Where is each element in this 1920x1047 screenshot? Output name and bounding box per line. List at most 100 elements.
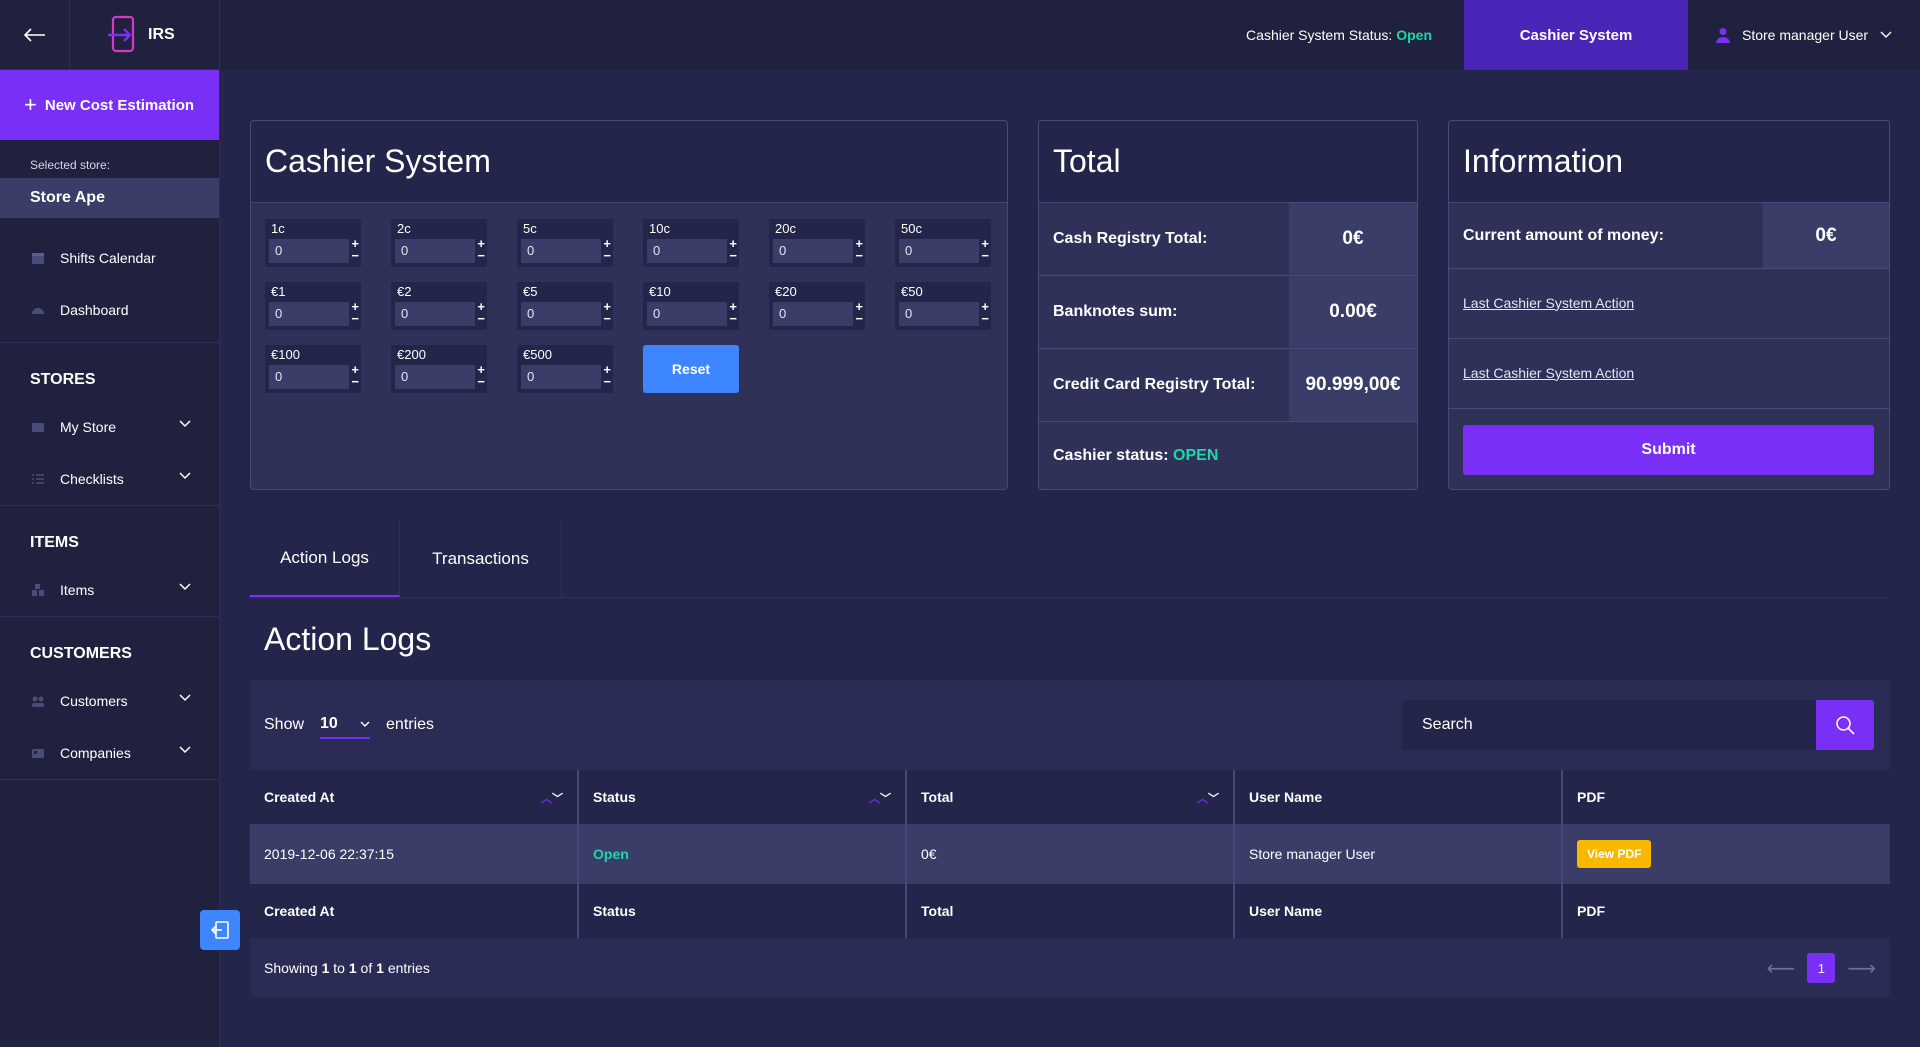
decrement-button[interactable]: − bbox=[603, 312, 611, 325]
tab-transactions[interactable]: Transactions bbox=[400, 520, 562, 597]
denomination-count-input[interactable]: 0 bbox=[773, 302, 853, 326]
pagination: ⟵ 1 ⟶ bbox=[1767, 953, 1876, 983]
column-header-user-name: User Name bbox=[1234, 770, 1563, 824]
denomination-count-input[interactable]: 0 bbox=[521, 365, 601, 389]
denomination-count-input[interactable]: 0 bbox=[521, 239, 601, 263]
column-header-label: PDF bbox=[1577, 789, 1605, 805]
sort-icon[interactable]: ︿﹀ bbox=[869, 790, 891, 806]
table-header-row: Created At ︿﹀ Status ︿﹀ Total ︿﹀ User Na… bbox=[250, 770, 1890, 824]
decrement-button[interactable]: − bbox=[351, 375, 359, 388]
denomination-count-input[interactable]: 0 bbox=[647, 239, 727, 263]
entries-select[interactable]: 10 bbox=[320, 711, 371, 739]
denomination-stepper: 5c 0 + − bbox=[517, 219, 613, 267]
credit-card-total-row: Credit Card Registry Total: 90.999,00€ bbox=[1039, 349, 1417, 422]
cell-created-at: 2019-12-06 22:37:15 bbox=[250, 824, 579, 884]
chevron-down-icon bbox=[179, 694, 191, 702]
tab-cashier-system[interactable]: Cashier System bbox=[1464, 0, 1688, 70]
denomination-count-input[interactable]: 0 bbox=[773, 239, 853, 263]
row-value: 0.00€ bbox=[1289, 276, 1417, 348]
showing-prefix: Showing bbox=[264, 960, 318, 976]
selected-store[interactable]: Store Ape bbox=[0, 178, 219, 218]
decrement-button[interactable]: − bbox=[351, 249, 359, 262]
sidebar-item-checklists[interactable]: Checklists bbox=[0, 453, 219, 505]
row-label: Cash Registry Total: bbox=[1053, 230, 1208, 247]
denomination-count-input[interactable]: 0 bbox=[269, 365, 349, 389]
next-page-icon[interactable]: ⟶ bbox=[1847, 956, 1876, 981]
status-badge: Open bbox=[593, 846, 629, 862]
denomination-count-input[interactable]: 0 bbox=[395, 302, 475, 326]
reset-button[interactable]: Reset bbox=[643, 345, 739, 393]
denomination-label: 5c bbox=[523, 221, 537, 236]
sort-icon[interactable]: ︿﹀ bbox=[541, 790, 563, 806]
column-header-created-at[interactable]: Created At ︿﹀ bbox=[250, 770, 579, 824]
sidebar-item-shifts-calendar[interactable]: Shifts Calendar bbox=[0, 232, 219, 284]
table-info: Showing 1 to 1 of 1 entries ⟵ 1 ⟶ bbox=[250, 938, 1890, 997]
decrement-button[interactable]: − bbox=[603, 249, 611, 262]
section-heading-stores: STORES bbox=[30, 371, 96, 388]
sidebar-item-dashboard[interactable]: Dashboard bbox=[0, 284, 219, 336]
sidebar-item-companies[interactable]: Companies bbox=[0, 727, 219, 779]
sidebar-item-label: Shifts Calendar bbox=[60, 250, 156, 266]
cashier-system-title: Cashier System bbox=[251, 121, 1007, 203]
sidebar-item-label: Companies bbox=[60, 745, 131, 761]
denomination-count-input[interactable]: 0 bbox=[395, 365, 475, 389]
app-logo[interactable]: IRS bbox=[70, 15, 175, 55]
showing-text: Showing 1 to 1 of 1 entries bbox=[264, 960, 430, 976]
decrement-button[interactable]: − bbox=[729, 249, 737, 262]
denomination-count-input[interactable]: 0 bbox=[395, 239, 475, 263]
row-value: 0€ bbox=[1763, 203, 1889, 268]
denomination-count-input[interactable]: 0 bbox=[269, 239, 349, 263]
cashier-status: Cashier status: OPEN bbox=[1039, 447, 1417, 465]
last-action-row-2: Last Cashier System Action bbox=[1449, 339, 1889, 409]
footer-header-total: Total bbox=[906, 884, 1235, 938]
decrement-button[interactable]: − bbox=[477, 249, 485, 262]
banknotes-sum-row: Banknotes sum: 0.00€ bbox=[1039, 276, 1417, 349]
denomination-count-input[interactable]: 0 bbox=[899, 302, 979, 326]
current-amount-row: Current amount of money: 0€ bbox=[1449, 203, 1889, 269]
decrement-button[interactable]: − bbox=[603, 375, 611, 388]
sidebar-item-customers[interactable]: Customers bbox=[0, 675, 219, 727]
last-cashier-action-link[interactable]: Last Cashier System Action bbox=[1463, 295, 1634, 311]
arrow-left-icon bbox=[23, 27, 45, 42]
decrement-button[interactable]: − bbox=[477, 312, 485, 325]
column-header-label: Total bbox=[921, 789, 954, 805]
new-cost-estimation-button[interactable]: + New Cost Estimation bbox=[0, 70, 219, 140]
sidebar-item-items[interactable]: Items bbox=[0, 564, 219, 616]
decrement-button[interactable]: − bbox=[981, 249, 989, 262]
decrement-button[interactable]: − bbox=[981, 312, 989, 325]
cashier-status-row: Cashier status: OPEN bbox=[1039, 422, 1417, 489]
denomination-count-input[interactable]: 0 bbox=[269, 302, 349, 326]
logout-button[interactable] bbox=[200, 910, 240, 950]
search-input[interactable] bbox=[1402, 700, 1816, 750]
decrement-button[interactable]: − bbox=[351, 312, 359, 325]
last-cashier-action-link[interactable]: Last Cashier System Action bbox=[1463, 365, 1634, 381]
tab-action-logs[interactable]: Action Logs bbox=[250, 520, 400, 597]
back-button[interactable] bbox=[0, 0, 70, 70]
logo-text: IRS bbox=[148, 25, 175, 43]
user-menu[interactable]: Store manager User bbox=[1688, 27, 1920, 43]
search-button[interactable] bbox=[1816, 700, 1874, 750]
search-icon bbox=[1836, 716, 1855, 735]
submit-button[interactable]: Submit bbox=[1463, 425, 1874, 475]
column-header-total[interactable]: Total ︿﹀ bbox=[906, 770, 1235, 824]
denomination-count-input[interactable]: 0 bbox=[647, 302, 727, 326]
denomination-count-input[interactable]: 0 bbox=[521, 302, 601, 326]
decrement-button[interactable]: − bbox=[855, 312, 863, 325]
sidebar-item-my-store[interactable]: My Store bbox=[0, 401, 219, 453]
denomination-count-input[interactable]: 0 bbox=[899, 239, 979, 263]
view-pdf-button[interactable]: View PDF bbox=[1577, 840, 1652, 868]
decrement-button[interactable]: − bbox=[855, 249, 863, 262]
decrement-button[interactable]: − bbox=[477, 375, 485, 388]
row-label: Credit Card Registry Total: bbox=[1053, 376, 1256, 393]
decrement-button[interactable]: − bbox=[729, 312, 737, 325]
column-header-status[interactable]: Status ︿﹀ bbox=[578, 770, 907, 824]
cashier-system-panel: Cashier System 1c 0 + −2c 0 + −5c 0 + −10c 0 + −20c 0… bbox=[250, 120, 1008, 490]
section-heading-customers: CUSTOMERS bbox=[30, 645, 132, 662]
sort-icon[interactable]: ︿﹀ bbox=[1197, 790, 1219, 806]
denomination-label: €50 bbox=[901, 284, 923, 299]
denomination-label: €5 bbox=[523, 284, 538, 299]
cashier-status-label: Cashier status: bbox=[1053, 446, 1169, 464]
prev-page-icon[interactable]: ⟵ bbox=[1767, 956, 1796, 981]
denomination-label: 20c bbox=[775, 221, 796, 236]
page-number[interactable]: 1 bbox=[1807, 953, 1836, 983]
